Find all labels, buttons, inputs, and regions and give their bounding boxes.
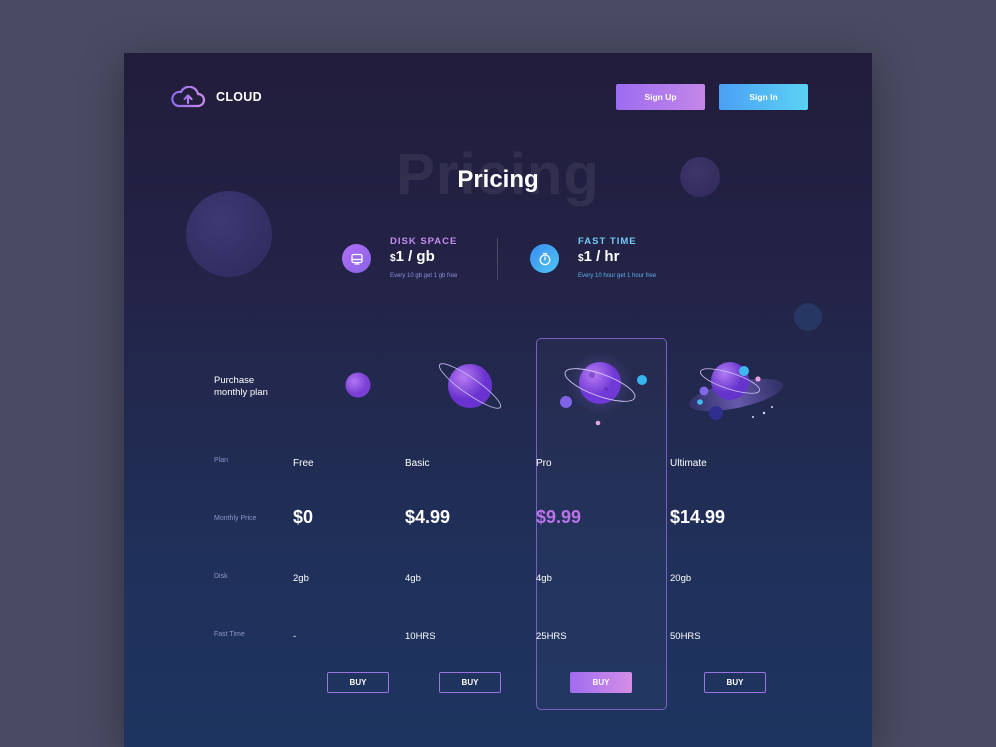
cloud-upload-icon <box>171 86 206 108</box>
plan-disk: 2gb <box>293 573 309 584</box>
row-label-monthly-price: Monthly Price <box>214 515 257 522</box>
plan-column-pro: Pro $9.99 4gb 25HRS BUY <box>536 53 666 747</box>
plan-disk: 4gb <box>536 573 552 584</box>
plan-fast-time: 50HRS <box>670 631 701 642</box>
row-label-disk: Disk <box>214 573 228 580</box>
plan-disk: 4gb <box>405 573 421 584</box>
row-label-plan: Plan <box>214 457 229 464</box>
plan-price: $9.99 <box>536 507 582 527</box>
brand-logo[interactable]: CLOUD <box>170 86 262 108</box>
plan-column-basic: Basic $4.99 4gb 10HRS BUY <box>405 53 535 747</box>
buy-button-basic[interactable]: BUY <box>439 672 501 693</box>
row-label-fast-time: Fast Time <box>214 631 245 638</box>
buy-button-free[interactable]: BUY <box>327 672 389 693</box>
plan-fast-time: - <box>293 631 297 642</box>
plan-name: Pro <box>536 458 552 469</box>
table-intro: Purchase monthly plan <box>214 375 268 398</box>
pricing-page: CLOUD Sign Up Sign In Pricing Pricing DI… <box>124 53 872 747</box>
brand-name: CLOUD <box>216 90 262 104</box>
plan-column-free: Free $0 2gb - BUY <box>293 53 423 747</box>
plan-fast-time: 25HRS <box>536 631 567 642</box>
plan-price: $0 <box>293 507 314 527</box>
plan-name: Free <box>293 458 314 469</box>
plan-name: Basic <box>405 458 430 469</box>
plan-price: $14.99 <box>670 507 726 527</box>
buy-button-pro[interactable]: BUY <box>570 672 632 693</box>
plan-name: Ultimate <box>670 458 707 469</box>
plan-fast-time: 10HRS <box>405 631 436 642</box>
plan-disk: 20gb <box>670 573 692 584</box>
plan-column-ultimate: Ultimate $14.99 20gb 50HRS BUY <box>670 53 800 747</box>
buy-button-ultimate[interactable]: BUY <box>704 672 766 693</box>
plan-price: $4.99 <box>405 507 451 527</box>
